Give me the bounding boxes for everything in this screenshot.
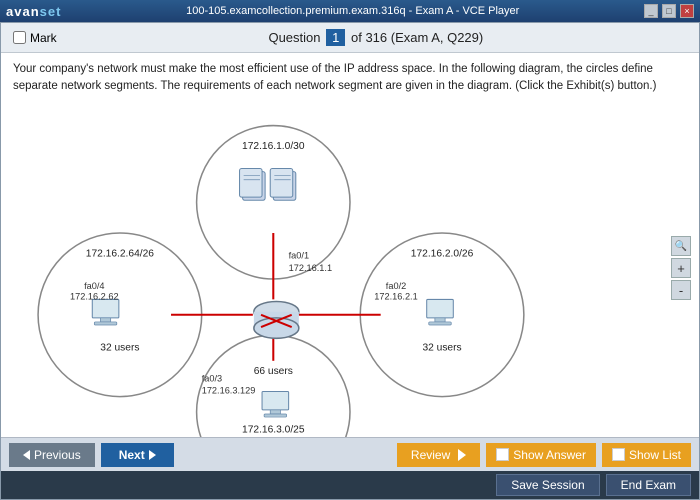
svg-text:172.16.2.0/26: 172.16.2.0/26 <box>411 248 474 259</box>
zoom-in-button[interactable]: + <box>671 258 691 278</box>
zoom-search-button[interactable]: 🔍 <box>671 236 691 256</box>
question-title: Question 1 of 316 (Exam A, Q229) <box>65 29 687 46</box>
zoom-controls: 🔍 + - <box>671 236 691 300</box>
main-window: Mark Question 1 of 316 (Exam A, Q229) Yo… <box>0 22 700 500</box>
svg-text:fa0/3: fa0/3 <box>202 373 222 383</box>
zoom-out-button[interactable]: - <box>671 280 691 300</box>
question-total: of 316 (Exam A, Q229) <box>351 30 483 45</box>
svg-text:172.16.1.1: 172.16.1.1 <box>289 262 332 272</box>
question-header: Mark Question 1 of 316 (Exam A, Q229) <box>1 23 699 53</box>
diagram-area: 172.16.1.0/30 fa0/1 172.16.1.1 172.16.2.… <box>1 100 699 438</box>
show-list-button[interactable]: Show List <box>602 443 691 467</box>
bottom-toolbar: Previous Next Review Show Answer Show Li… <box>1 437 699 471</box>
question-text: Your company's network must make the mos… <box>13 63 656 92</box>
previous-button[interactable]: Previous <box>9 443 95 467</box>
window-title: 100-105.examcollection.premium.exam.316q… <box>61 5 644 17</box>
svg-text:fa0/1: fa0/1 <box>289 250 309 260</box>
save-session-button[interactable]: Save Session <box>496 474 599 496</box>
network-diagram: 172.16.1.0/30 fa0/1 172.16.1.1 172.16.2.… <box>1 100 699 438</box>
show-list-checkbox-icon <box>612 448 625 461</box>
svg-text:172.16.3.129: 172.16.3.129 <box>202 385 256 395</box>
svg-text:172.16.2.64/26: 172.16.2.64/26 <box>86 248 155 259</box>
mark-checkbox[interactable]: Mark <box>13 31 57 45</box>
mark-label: Mark <box>30 31 57 45</box>
bottom-toolbar-2: Save Session End Exam <box>1 471 699 499</box>
maximize-button[interactable]: □ <box>662 4 676 18</box>
svg-text:172.16.2.1: 172.16.2.1 <box>374 291 417 301</box>
svg-text:32 users: 32 users <box>422 342 461 353</box>
review-arrow-icon <box>458 449 466 461</box>
question-body: Your company's network must make the mos… <box>1 53 699 100</box>
question-number: 1 <box>326 29 345 46</box>
next-button[interactable]: Next <box>101 443 174 467</box>
svg-text:fa0/2: fa0/2 <box>386 281 406 291</box>
logo-avan: avan <box>6 4 40 19</box>
next-arrow-icon <box>149 450 156 460</box>
prev-arrow-icon <box>23 450 30 460</box>
minimize-button[interactable]: _ <box>644 4 658 18</box>
title-bar: avanset 100-105.examcollection.premium.e… <box>0 0 700 22</box>
question-word: Question <box>268 30 320 45</box>
svg-text:32 users: 32 users <box>100 342 139 353</box>
app-logo: avanset <box>6 4 61 19</box>
logo-set: set <box>40 4 62 19</box>
svg-text:fa0/4: fa0/4 <box>84 281 104 291</box>
svg-text:66 users: 66 users <box>254 366 293 377</box>
window-controls[interactable]: _ □ × <box>644 4 694 18</box>
review-button[interactable]: Review <box>397 443 480 467</box>
svg-text:172.16.1.0/30: 172.16.1.0/30 <box>242 141 305 152</box>
end-exam-button[interactable]: End Exam <box>606 474 691 496</box>
close-button[interactable]: × <box>680 4 694 18</box>
svg-text:172.16.2.62: 172.16.2.62 <box>70 291 119 301</box>
show-answer-checkbox-icon <box>496 448 509 461</box>
show-answer-button[interactable]: Show Answer <box>486 443 596 467</box>
mark-input[interactable] <box>13 31 26 44</box>
svg-text:172.16.3.0/25: 172.16.3.0/25 <box>242 424 305 435</box>
